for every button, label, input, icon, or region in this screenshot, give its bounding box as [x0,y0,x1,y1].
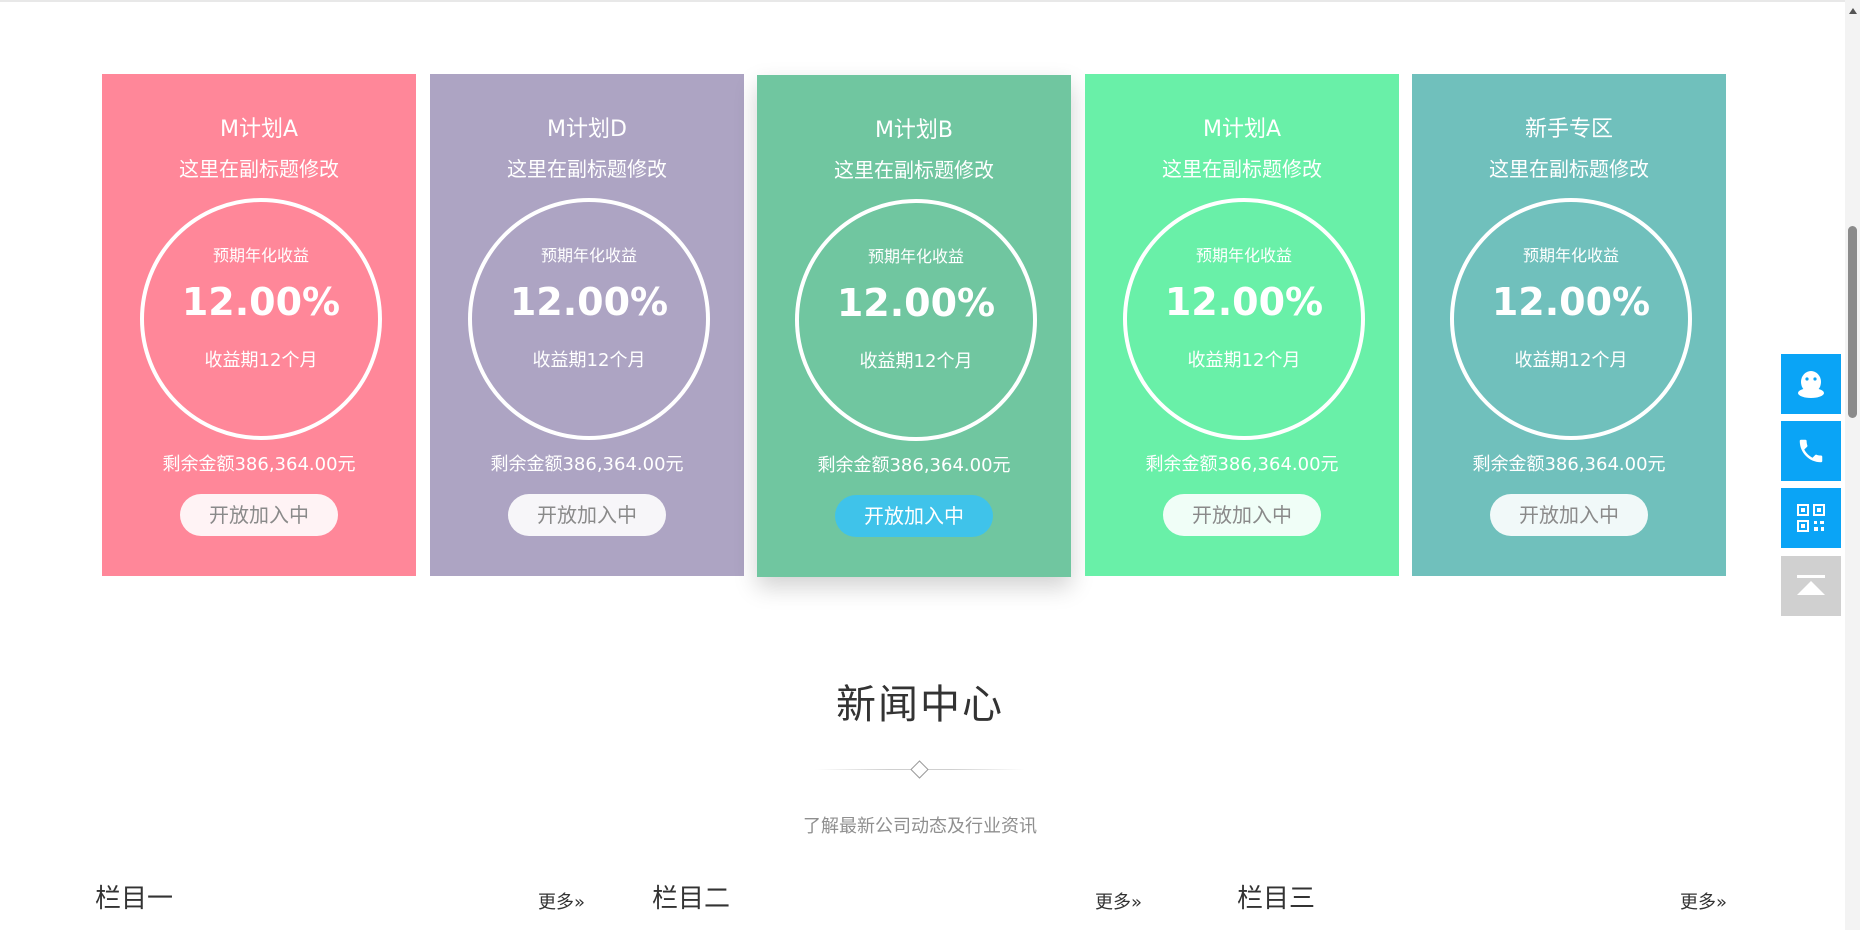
rate-ring: 预期年化收益 12.00% 收益期12个月 [468,198,710,440]
join-button[interactable]: 开放加入中 [180,494,338,536]
term-label: 收益期12个月 [204,350,318,371]
join-button[interactable]: 开放加入中 [508,494,666,536]
phone-icon [1799,439,1823,463]
plan-subtitle: 这里在副标题修改 [179,157,339,181]
plan-title: M计划A [219,117,299,142]
column-title: 栏目三 [1237,884,1316,914]
more-link[interactable]: 更多» [1680,888,1727,914]
join-button[interactable]: 开放加入中 [1490,494,1648,536]
news-section-title: 新闻中心 [836,682,1004,728]
diamond-icon [910,760,929,779]
qq-penguin-icon [1798,371,1824,398]
more-link[interactable]: 更多» [538,888,585,914]
remaining-amount: 剩余金额386,364.00元 [1145,454,1339,475]
rate-value: 12.00% [836,281,996,325]
plan-card[interactable]: M计划D 这里在副标题修改 预期年化收益 12.00% 收益期12个月 剩余金额… [430,74,744,576]
qr-code-button[interactable] [1781,488,1841,548]
scrollbar-track[interactable] [1845,0,1860,930]
plan-subtitle: 这里在副标题修改 [834,158,994,182]
remaining-amount: 剩余金额386,364.00元 [817,455,1011,476]
rate-label: 预期年化收益 [867,247,964,266]
rate-value: 12.00% [1164,280,1324,324]
term-label: 收益期12个月 [859,351,973,372]
news-section-subtitle: 了解最新公司动态及行业资讯 [803,816,1037,837]
join-button[interactable]: 开放加入中 [835,495,993,537]
term-label: 收益期12个月 [1187,350,1301,371]
rate-ring: 预期年化收益 12.00% 收益期12个月 [795,199,1037,441]
back-to-top-icon [1797,575,1825,595]
plan-subtitle: 这里在副标题修改 [1489,157,1649,181]
scroll-up-arrow-icon[interactable] [1849,8,1857,14]
column-title: 栏目一 [95,884,174,914]
rate-value: 12.00% [181,280,341,324]
plan-subtitle: 这里在副标题修改 [1162,157,1322,181]
rate-value: 12.00% [1491,280,1651,324]
plan-card[interactable]: M计划A 这里在副标题修改 预期年化收益 12.00% 收益期12个月 剩余金额… [102,74,416,576]
phone-button[interactable] [1781,421,1841,481]
rate-label: 预期年化收益 [540,246,637,265]
rate-label: 预期年化收益 [1522,246,1619,265]
plan-card[interactable]: 新手专区 这里在副标题修改 预期年化收益 12.00% 收益期12个月 剩余金额… [1412,74,1726,576]
plan-title: 新手专区 [1524,117,1613,142]
plan-subtitle: 这里在副标题修改 [507,157,667,181]
plan-title: M计划B [874,118,954,143]
remaining-amount: 剩余金额386,364.00元 [162,454,356,475]
rate-ring: 预期年化收益 12.00% 收益期12个月 [140,198,382,440]
rate-ring: 预期年化收益 12.00% 收益期12个月 [1450,198,1692,440]
qq-button[interactable] [1781,354,1841,414]
remaining-amount: 剩余金额386,364.00元 [1472,454,1666,475]
top-border [0,0,1845,2]
qr-code-icon [1797,504,1825,532]
rate-label: 预期年化收益 [1195,246,1292,265]
plan-card-featured[interactable]: M计划B 这里在副标题修改 预期年化收益 12.00% 收益期12个月 剩余金额… [757,75,1071,577]
rate-value: 12.00% [509,280,669,324]
term-label: 收益期12个月 [1514,350,1628,371]
join-button[interactable]: 开放加入中 [1163,494,1321,536]
more-link[interactable]: 更多» [1095,888,1142,914]
rate-label: 预期年化收益 [212,246,309,265]
rate-ring: 预期年化收益 12.00% 收益期12个月 [1123,198,1365,440]
plan-title: M计划D [547,117,627,142]
term-label: 收益期12个月 [532,350,646,371]
plan-card[interactable]: M计划A 这里在副标题修改 预期年化收益 12.00% 收益期12个月 剩余金额… [1085,74,1399,576]
remaining-amount: 剩余金额386,364.00元 [490,454,684,475]
scrollbar-thumb[interactable] [1848,226,1857,418]
plan-title: M计划A [1202,117,1282,142]
column-title: 栏目二 [652,884,731,914]
back-to-top-button[interactable] [1781,556,1841,616]
